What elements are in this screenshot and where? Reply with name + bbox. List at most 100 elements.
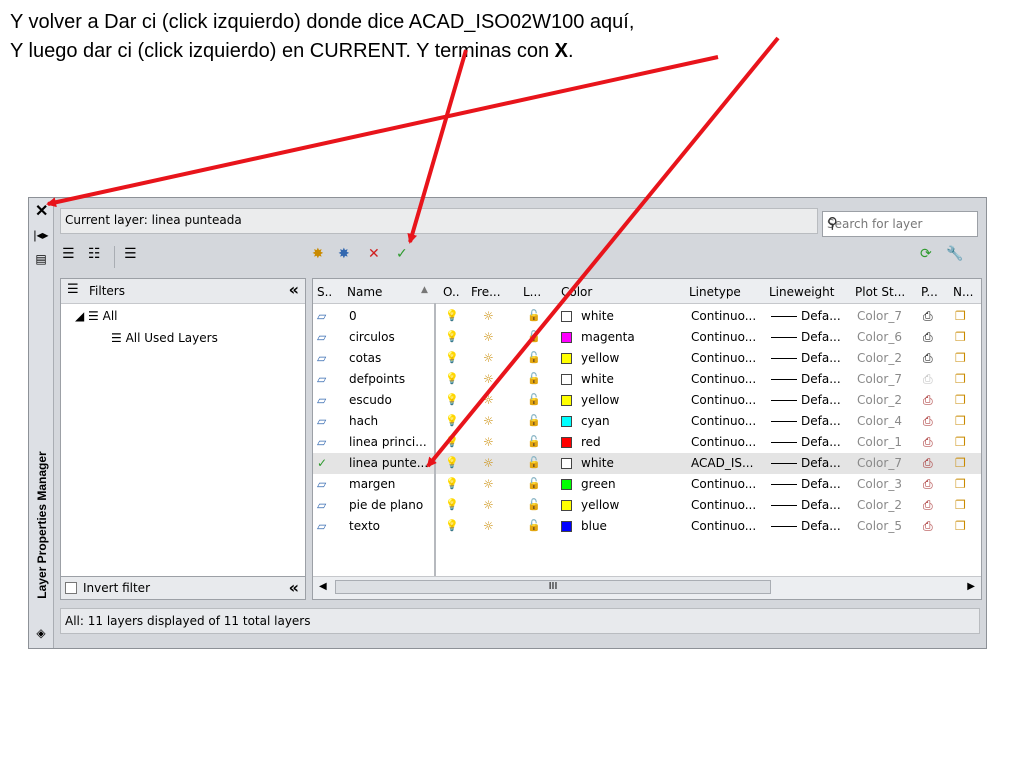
column-header-4[interactable]: L...	[523, 285, 541, 299]
column-header-6[interactable]: Linetype	[689, 285, 741, 299]
new-layer-vp-frozen-icon[interactable]: ✸	[338, 246, 350, 262]
layer-row[interactable]: ▱ texto 💡 ☼ 🔓 blue Continuo... Defa... Color_5 ⎙ ❐	[313, 516, 981, 537]
lineweight-value[interactable]: Defa...	[801, 519, 841, 533]
color-name[interactable]: white	[581, 372, 614, 386]
layer-row[interactable]: ▱ linea princi... 💡 ☼ 🔓 red Continuo... Defa...…	[313, 432, 981, 453]
no-plot-icon[interactable]: ⎙	[923, 393, 933, 408]
column-header-9[interactable]: P...	[921, 285, 938, 299]
invert-filter-checkbox[interactable]	[65, 582, 77, 594]
new-vp-freeze-icon[interactable]: ❐	[955, 330, 966, 344]
lineweight-value[interactable]: Defa...	[801, 351, 841, 365]
thawed-sun-icon[interactable]: ☼	[483, 330, 494, 344]
color-name[interactable]: cyan	[581, 414, 610, 428]
plot-style[interactable]: Color_7	[857, 309, 902, 323]
unlocked-icon[interactable]: 🔓	[527, 498, 541, 511]
on-bulb-icon[interactable]: 💡	[445, 393, 459, 406]
no-plot-icon[interactable]: ⎙	[923, 519, 933, 534]
column-header-8[interactable]: Plot St...	[855, 285, 905, 299]
color-name[interactable]: magenta	[581, 330, 635, 344]
plot-style[interactable]: Color_7	[857, 456, 902, 470]
plot-style[interactable]: Color_2	[857, 351, 902, 365]
new-vp-freeze-icon[interactable]: ❐	[955, 351, 966, 365]
linetype-name[interactable]: ACAD_IS...	[691, 456, 753, 470]
color-swatch[interactable]	[561, 395, 572, 406]
thawed-sun-icon[interactable]: ☼	[483, 435, 494, 449]
filter-tree-item-all[interactable]: ◢ ☰ All	[75, 309, 118, 323]
layer-name[interactable]: 0	[349, 309, 357, 323]
unlocked-icon[interactable]: 🔓	[527, 330, 541, 343]
on-bulb-icon[interactable]: 💡	[445, 309, 459, 322]
color-swatch[interactable]	[561, 332, 572, 343]
thawed-sun-icon[interactable]: ☼	[483, 393, 494, 407]
no-plot-icon[interactable]: ⎙	[923, 477, 933, 492]
layer-row[interactable]: ▱ escudo 💡 ☼ 🔓 yellow Continuo... Defa... Color_…	[313, 390, 981, 411]
color-swatch[interactable]	[561, 521, 572, 532]
thawed-sun-icon[interactable]: ☼	[483, 519, 494, 533]
column-header-1[interactable]: Name	[347, 285, 382, 299]
plot-style[interactable]: Color_2	[857, 393, 902, 407]
thawed-sun-icon[interactable]: ☼	[483, 498, 494, 512]
new-vp-freeze-icon[interactable]: ❐	[955, 414, 966, 428]
scroll-right-icon[interactable]: ▶	[967, 581, 975, 592]
on-bulb-icon[interactable]: 💡	[445, 477, 459, 490]
column-header-3[interactable]: Fre...	[471, 285, 501, 299]
unlocked-icon[interactable]: 🔓	[527, 519, 541, 532]
thawed-sun-icon[interactable]: ☼	[483, 309, 494, 323]
new-layer-icon[interactable]: ✸	[312, 246, 324, 262]
unlocked-icon[interactable]: 🔓	[527, 456, 541, 469]
printer-icon[interactable]: ⎙	[923, 330, 933, 345]
color-name[interactable]: red	[581, 435, 601, 449]
color-name[interactable]: white	[581, 309, 614, 323]
layer-row[interactable]: ▱ hach 💡 ☼ 🔓 cyan Continuo... Defa... Color_4 ⎙ ❐	[313, 411, 981, 432]
no-plot-icon[interactable]: ⎙	[923, 414, 933, 429]
thawed-sun-icon[interactable]: ☼	[483, 477, 494, 491]
collapse-filter-pane-icon[interactable]: «	[289, 280, 299, 299]
close-palette-button[interactable]: ✕	[35, 201, 48, 221]
search-for-layer-input[interactable]: Search for layer ⚲	[822, 211, 978, 237]
color-swatch[interactable]	[561, 458, 572, 469]
printer-icon[interactable]: ⎙	[923, 309, 933, 324]
lineweight-value[interactable]: Defa...	[801, 330, 841, 344]
new-vp-freeze-icon[interactable]: ❐	[955, 309, 966, 323]
on-bulb-icon[interactable]: 💡	[445, 435, 459, 448]
layer-name[interactable]: texto	[349, 519, 380, 533]
collapse-filter-bottom-icon[interactable]: «	[289, 578, 299, 597]
layer-name[interactable]: linea punte...	[349, 456, 428, 470]
color-swatch[interactable]	[561, 437, 572, 448]
unlocked-icon[interactable]: 🔓	[527, 393, 541, 406]
layer-row[interactable]: ▱ pie de plano 💡 ☼ 🔓 yellow Continuo... Defa...…	[313, 495, 981, 516]
thawed-sun-icon[interactable]: ☼	[483, 414, 494, 428]
refresh-icon[interactable]: ⟳	[920, 246, 932, 262]
linetype-name[interactable]: Continuo...	[691, 393, 756, 407]
lineweight-value[interactable]: Defa...	[801, 309, 841, 323]
new-vp-freeze-icon[interactable]: ❐	[955, 519, 966, 533]
unlocked-icon[interactable]: 🔓	[527, 309, 541, 322]
settings-wrench-icon[interactable]: 🔧	[946, 246, 963, 262]
thawed-sun-icon[interactable]: ☼	[483, 372, 494, 386]
column-header-7[interactable]: Lineweight	[769, 285, 834, 299]
thawed-sun-icon[interactable]: ☼	[483, 351, 494, 365]
column-header-2[interactable]: O..	[443, 285, 460, 299]
new-vp-freeze-icon[interactable]: ❐	[955, 393, 966, 407]
new-vp-freeze-icon[interactable]: ❐	[955, 477, 966, 491]
on-bulb-icon[interactable]: 💡	[445, 372, 459, 385]
unlocked-icon[interactable]: 🔓	[527, 372, 541, 385]
new-vp-freeze-icon[interactable]: ❐	[955, 498, 966, 512]
layer-name[interactable]: cotas	[349, 351, 381, 365]
lineweight-value[interactable]: Defa...	[801, 414, 841, 428]
no-plot-icon[interactable]: ⎙	[923, 435, 933, 450]
on-bulb-icon[interactable]: 💡	[445, 456, 459, 469]
set-current-icon[interactable]: ✓	[396, 246, 408, 262]
printer-icon[interactable]: ⎙	[923, 351, 933, 366]
column-header-10[interactable]: N...	[953, 285, 973, 299]
palette-properties-icon[interactable]: ▤	[33, 252, 49, 266]
color-swatch[interactable]	[561, 500, 572, 511]
horizontal-scrollbar[interactable]: ◀ III ▶	[313, 576, 981, 599]
layer-row[interactable]: ▱ cotas 💡 ☼ 🔓 yellow Continuo... Defa... Color_2…	[313, 348, 981, 369]
layer-row[interactable]: ▱ defpoints 💡 ☼ 🔓 white Continuo... Defa... Colo…	[313, 369, 981, 390]
color-swatch[interactable]	[561, 374, 572, 385]
no-plot-icon[interactable]: ⎙	[923, 498, 933, 513]
no-plot-icon[interactable]: ⎙	[923, 456, 933, 471]
scroll-thumb[interactable]: III	[335, 580, 771, 594]
layer-row[interactable]: ✓ linea punte... 💡 ☼ 🔓 white ACAD_IS... Defa...…	[313, 453, 981, 474]
